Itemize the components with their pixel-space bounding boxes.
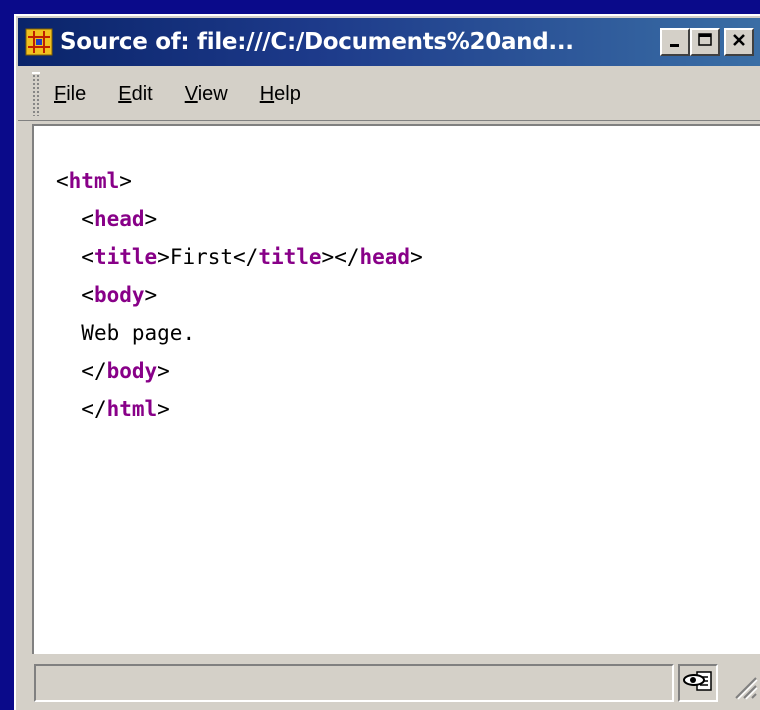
source-tag-name: html — [68, 169, 120, 193]
menu-edit-rest: dit — [131, 82, 153, 105]
source-tag-name: title — [258, 245, 322, 269]
source-text: < — [81, 283, 94, 307]
source-text: </ — [81, 359, 107, 383]
source-text: > — [119, 169, 132, 193]
source-indent — [56, 397, 81, 421]
source-indent — [56, 245, 81, 269]
source-line: <html> — [56, 162, 760, 200]
source-line: <body> — [56, 276, 760, 314]
privacy-eye-icon — [683, 669, 713, 697]
source-line: Web page. — [56, 314, 760, 352]
menu-view[interactable]: View — [185, 83, 228, 106]
source-text: >First</ — [157, 245, 259, 269]
status-text-panel — [34, 664, 674, 702]
source-text: Web page. — [81, 321, 196, 345]
source-indent — [56, 321, 81, 345]
source-text: > — [410, 245, 423, 269]
minimize-icon — [668, 33, 682, 52]
source-tag-name: head — [359, 245, 411, 269]
source-text: > — [144, 207, 158, 231]
source-indent — [56, 283, 81, 307]
window-title: Source of: file:///C:/Documents%20and... — [60, 29, 574, 55]
source-line: </html> — [56, 390, 760, 428]
source-text: > — [157, 397, 170, 421]
source-line: <title>First</title></head> — [56, 238, 760, 276]
source-text: > — [144, 283, 158, 307]
menu-file[interactable]: File — [54, 83, 86, 106]
resize-grip-handle[interactable] — [722, 664, 758, 702]
close-button[interactable] — [724, 28, 754, 56]
view-source-window: Source of: file:///C:/Documents%20and... — [14, 14, 760, 710]
source-text: </ — [81, 397, 107, 421]
source-text: < — [81, 245, 94, 269]
app-icon[interactable] — [24, 27, 54, 57]
source-line: <head> — [56, 200, 760, 238]
maximize-icon — [697, 32, 713, 52]
close-icon — [731, 32, 747, 52]
source-view[interactable]: <html> <head> <title>First</title></head… — [32, 124, 760, 654]
menu-edit[interactable]: Edit — [118, 83, 152, 106]
source-text: ></ — [321, 245, 360, 269]
source-line: </body> — [56, 352, 760, 390]
menu-help[interactable]: Help — [260, 83, 301, 106]
maximize-button[interactable] — [690, 28, 720, 56]
source-tag-name: body — [93, 283, 145, 307]
source-indent — [56, 359, 81, 383]
status-bar — [32, 656, 760, 710]
source-tag-name: body — [106, 359, 158, 383]
source-indent — [56, 207, 81, 231]
source-tag-name: title — [93, 245, 158, 269]
source-text: < — [81, 207, 94, 231]
menu-view-mnemonic: V — [184, 82, 198, 105]
menu-help-rest: elp — [274, 82, 301, 105]
menu-file-rest: ile — [66, 82, 87, 105]
source-text: > — [157, 359, 170, 383]
toolbar-grip-handle[interactable] — [32, 72, 40, 116]
menu-file-mnemonic: F — [54, 82, 67, 105]
menu-edit-mnemonic: E — [118, 82, 132, 105]
source-tag-name: head — [93, 207, 145, 231]
title-bar[interactable]: Source of: file:///C:/Documents%20and... — [18, 18, 760, 66]
menu-view-rest: iew — [197, 82, 228, 105]
minimize-button[interactable] — [660, 28, 690, 56]
menu-help-mnemonic: H — [259, 82, 275, 105]
privacy-status-panel[interactable] — [678, 664, 718, 702]
source-tag-name: html — [106, 397, 158, 421]
source-text: < — [56, 169, 69, 193]
menu-bar: File Edit View Help — [18, 68, 760, 121]
